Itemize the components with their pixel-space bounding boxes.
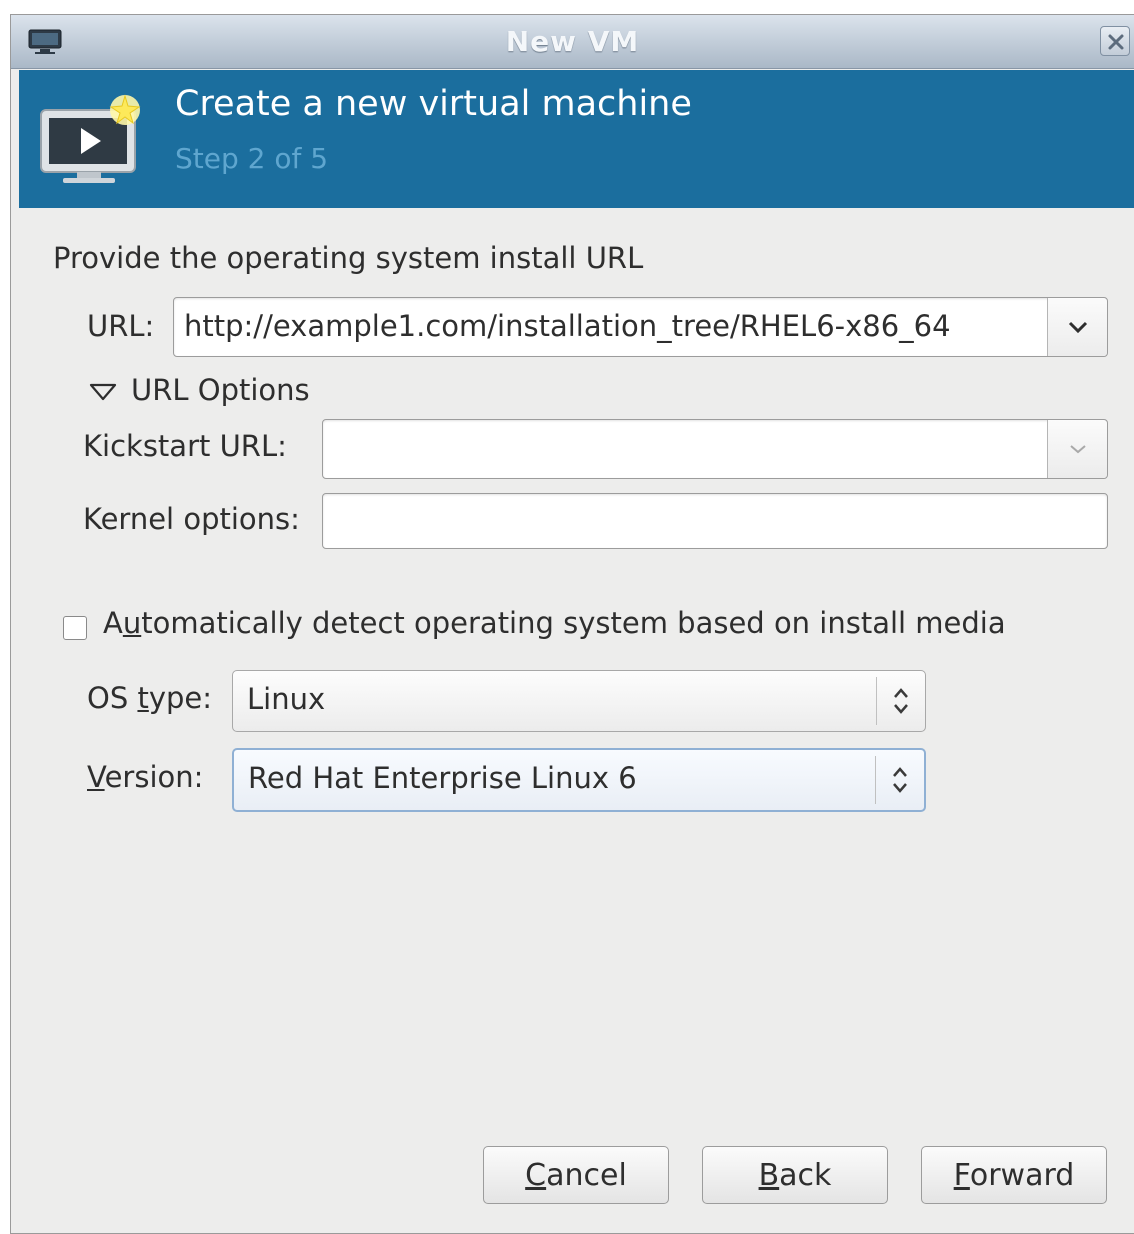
- os-type-label-start: OS: [87, 681, 138, 715]
- url-label: URL:: [87, 309, 155, 343]
- version-value: Red Hat Enterprise Linux 6: [248, 761, 637, 795]
- version-select[interactable]: Red Hat Enterprise Linux 6: [232, 748, 926, 812]
- os-type-separator: [876, 677, 877, 725]
- auto-detect-checkbox[interactable]: [63, 616, 87, 640]
- auto-detect-label-rest: tomatically detect operating system base…: [141, 606, 1006, 640]
- os-type-label-rest: ype:: [148, 681, 213, 715]
- wizard-banner: Create a new virtual machine Step 2 of 5: [19, 70, 1134, 208]
- title-bar[interactable]: New VM: [11, 15, 1134, 69]
- up-down-arrows-icon: [893, 767, 907, 793]
- kickstart-url-dropdown-button[interactable]: [1047, 420, 1107, 478]
- forward-button[interactable]: Forward: [921, 1146, 1107, 1204]
- auto-detect-label[interactable]: Automatically detect operating system ba…: [103, 606, 1006, 640]
- banner-heading: Create a new virtual machine: [175, 84, 692, 124]
- os-type-mnemonic: t: [137, 681, 149, 715]
- os-type-value: Linux: [247, 682, 326, 716]
- step-indicator: Step 2 of 5: [175, 142, 329, 175]
- kernel-options-input[interactable]: [322, 493, 1108, 549]
- close-button[interactable]: [1100, 26, 1130, 56]
- url-dropdown-button[interactable]: [1047, 298, 1107, 356]
- version-mnemonic: V: [87, 760, 105, 794]
- chevron-down-icon: [1068, 321, 1087, 334]
- section-heading: Provide the operating system install URL: [53, 241, 644, 275]
- version-label-rest: ersion:: [104, 760, 204, 794]
- cancel-mnemonic: C: [525, 1158, 547, 1193]
- forward-label-rest: orward: [969, 1158, 1075, 1193]
- version-separator: [875, 756, 876, 804]
- close-icon: [1108, 34, 1124, 50]
- back-label-rest: ack: [779, 1158, 832, 1193]
- auto-detect-mnemonic: u: [122, 606, 142, 640]
- os-type-select[interactable]: Linux: [232, 670, 926, 732]
- kickstart-url-combo[interactable]: [322, 419, 1108, 479]
- kickstart-url-label: Kickstart URL:: [83, 429, 287, 463]
- os-type-label: OS type:: [87, 681, 212, 715]
- url-input[interactable]: http://example1.com/installation_tree/RH…: [184, 309, 951, 343]
- back-button[interactable]: Back: [702, 1146, 888, 1204]
- chevron-down-icon: [1069, 445, 1086, 454]
- url-options-label: URL Options: [131, 373, 310, 407]
- url-options-expander[interactable]: URL Options: [89, 373, 349, 413]
- up-down-arrows-icon: [894, 688, 908, 714]
- vm-monitor-icon: [40, 94, 141, 183]
- auto-detect-label-start: A: [103, 606, 123, 640]
- back-mnemonic: B: [758, 1158, 780, 1193]
- cancel-button[interactable]: Cancel: [483, 1146, 669, 1204]
- triangle-down-icon: [89, 383, 117, 401]
- version-label: Version:: [87, 760, 203, 794]
- window-title: New VM: [505, 25, 640, 58]
- kernel-options-label: Kernel options:: [83, 502, 300, 536]
- forward-mnemonic: F: [953, 1158, 970, 1193]
- cancel-label-rest: ancel: [546, 1158, 627, 1193]
- url-combo[interactable]: http://example1.com/installation_tree/RH…: [173, 297, 1108, 357]
- new-vm-dialog: New VM Create a new virtual machine Step…: [10, 14, 1134, 1234]
